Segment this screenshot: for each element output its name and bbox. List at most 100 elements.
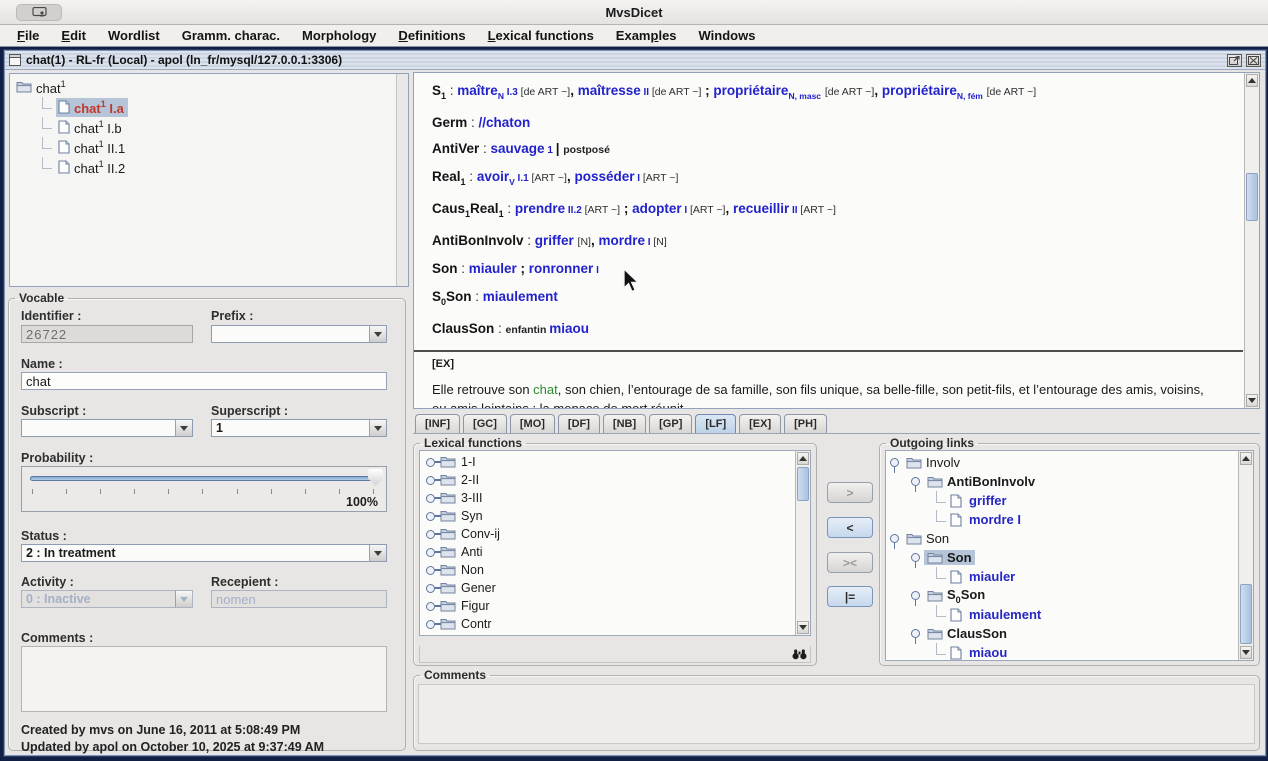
- scroll-down-icon[interactable]: [1240, 646, 1252, 659]
- outgoing-leaf[interactable]: griffer: [886, 491, 1253, 510]
- probability-slider-track[interactable]: [30, 476, 376, 481]
- outgoing-leaf[interactable]: miaou: [886, 643, 1253, 661]
- subscript-combo-arrow-icon[interactable]: [175, 420, 192, 436]
- lf-list-item[interactable]: Non: [420, 561, 810, 579]
- maximize-button[interactable]: [1227, 54, 1242, 67]
- outgoing-folder[interactable]: Involv: [886, 453, 1253, 472]
- lf-list-item[interactable]: Conv-ij: [420, 525, 810, 543]
- lf-scrollbar[interactable]: [795, 451, 810, 635]
- expander-icon[interactable]: [426, 530, 435, 539]
- tree-node[interactable]: chat1 I.b: [14, 117, 408, 137]
- tab-df[interactable]: [DF]: [558, 414, 600, 433]
- lf-list-item[interactable]: 2-II: [420, 471, 810, 489]
- outgoing-folder[interactable]: S0Son: [886, 586, 1253, 605]
- tab-gp[interactable]: [GP]: [649, 414, 692, 433]
- outgoing-folder[interactable]: Son: [886, 548, 1253, 567]
- lf-list-item[interactable]: Anti: [420, 543, 810, 561]
- tab-gc[interactable]: [GC]: [463, 414, 507, 433]
- tree-node-inner[interactable]: chat1 II.1: [56, 138, 129, 157]
- outgoing-leaf[interactable]: miauler: [886, 567, 1253, 586]
- tree-node[interactable]: chat1 II.1: [14, 137, 408, 157]
- outgoing-node-inner[interactable]: AntiBonInvolv: [924, 474, 1038, 489]
- scroll-up-icon[interactable]: [1240, 452, 1252, 465]
- expander-icon[interactable]: [426, 494, 435, 503]
- lf-scrollbar-thumb[interactable]: [797, 467, 809, 501]
- expander-icon[interactable]: [426, 620, 435, 629]
- menu-windows[interactable]: Windows: [688, 25, 767, 47]
- tree-node-root[interactable]: chat1: [14, 77, 408, 97]
- assign-button[interactable]: |=: [827, 586, 873, 607]
- outgoing-node-inner[interactable]: griffer: [966, 493, 1010, 508]
- tab-inf[interactable]: [INF]: [415, 414, 460, 433]
- probability-slider[interactable]: 100%: [21, 466, 387, 512]
- prefix-combo[interactable]: [211, 325, 387, 343]
- lf-list-item[interactable]: Contr: [420, 615, 810, 633]
- outgoing-node-inner[interactable]: miaou: [966, 645, 1010, 660]
- lf-list-item[interactable]: Gener: [420, 579, 810, 597]
- outgoing-node-inner[interactable]: miaulement: [966, 607, 1044, 622]
- prefix-combo-arrow-icon[interactable]: [369, 326, 386, 342]
- tab-ph[interactable]: [PH]: [784, 414, 827, 433]
- tab-mo[interactable]: [MO]: [510, 414, 555, 433]
- tab-nb[interactable]: [NB]: [603, 414, 646, 433]
- lf-list-item[interactable]: Syn: [420, 507, 810, 525]
- outgoing-leaf[interactable]: miaulement: [886, 605, 1253, 624]
- menu-examples[interactable]: Examples: [605, 25, 688, 47]
- expander-icon[interactable]: [426, 512, 435, 521]
- move-left-button[interactable]: <: [827, 517, 873, 538]
- entry-window-titlebar[interactable]: chat(1) - RL-fr (Local) - apol (ln_fr/my…: [5, 51, 1265, 70]
- outgoing-scrollbar-thumb[interactable]: [1240, 584, 1252, 644]
- outgoing-folder[interactable]: AntiBonInvolv: [886, 472, 1253, 491]
- outgoing-node-inner[interactable]: ClausSon: [924, 626, 1010, 641]
- menu-definitions[interactable]: Definitions: [387, 25, 476, 47]
- outgoing-folder[interactable]: ClausSon: [886, 624, 1253, 643]
- scroll-down-icon[interactable]: [1246, 394, 1258, 407]
- expander-icon[interactable]: [426, 458, 435, 467]
- binoculars-search-icon[interactable]: [792, 648, 807, 660]
- expander-icon[interactable]: [426, 584, 435, 593]
- scroll-down-icon[interactable]: [797, 621, 809, 634]
- tab-lf[interactable]: [LF]: [695, 414, 736, 433]
- expander-icon[interactable]: [426, 548, 435, 557]
- entry-scrollbar-thumb[interactable]: [1246, 173, 1258, 221]
- outgoing-scrollbar[interactable]: [1238, 451, 1253, 660]
- lexie-tree-scrollbar[interactable]: [396, 74, 408, 286]
- outgoing-node-inner[interactable]: mordre I: [966, 512, 1024, 527]
- tree-node[interactable]: chat1 II.2: [14, 157, 408, 177]
- menu-file[interactable]: File: [6, 25, 50, 47]
- entry-scrollbar[interactable]: [1244, 73, 1259, 408]
- menu-gramm-charac-[interactable]: Gramm. charac.: [171, 25, 291, 47]
- tree-node[interactable]: chat1 I.a: [14, 97, 408, 117]
- outgoing-node-inner[interactable]: Son: [903, 531, 952, 546]
- tab-ex[interactable]: [EX]: [739, 414, 781, 433]
- expander-icon[interactable]: [426, 602, 435, 611]
- expander-icon[interactable]: [426, 566, 435, 575]
- menu-morphology[interactable]: Morphology: [291, 25, 387, 47]
- outgoing-node-inner[interactable]: Son: [924, 550, 975, 565]
- close-button[interactable]: [1246, 54, 1261, 67]
- expander-icon[interactable]: [426, 476, 435, 485]
- menu-wordlist[interactable]: Wordlist: [97, 25, 171, 47]
- probability-slider-thumb[interactable]: [368, 469, 383, 486]
- expander-icon[interactable]: [911, 477, 920, 486]
- expander-icon[interactable]: [911, 591, 920, 600]
- superscript-combo[interactable]: 1: [211, 419, 387, 437]
- superscript-combo-arrow-icon[interactable]: [369, 420, 386, 436]
- scroll-up-icon[interactable]: [797, 452, 809, 465]
- menu-lexical-functions[interactable]: Lexical functions: [477, 25, 605, 47]
- outgoing-folder[interactable]: Son: [886, 529, 1253, 548]
- outgoing-node-inner[interactable]: S0Son: [924, 587, 988, 605]
- expander-icon[interactable]: [890, 534, 899, 543]
- scroll-up-icon[interactable]: [1246, 74, 1258, 87]
- tree-node-inner[interactable]: chat1 I.b: [56, 118, 126, 137]
- lf-list-item[interactable]: Figur: [420, 597, 810, 615]
- subscript-combo[interactable]: [21, 419, 193, 437]
- status-combo[interactable]: 2 : In treatment: [21, 544, 387, 562]
- screen-share-button[interactable]: [16, 4, 62, 21]
- lf-list-item-partial[interactable]: [420, 633, 810, 636]
- comments-area[interactable]: [418, 684, 1255, 744]
- tree-node-inner[interactable]: chat1 I.a: [56, 98, 128, 117]
- tree-node-inner[interactable]: chat1 II.2: [56, 158, 129, 177]
- expander-icon[interactable]: [890, 458, 899, 467]
- lf-list-item[interactable]: 1-I: [420, 453, 810, 471]
